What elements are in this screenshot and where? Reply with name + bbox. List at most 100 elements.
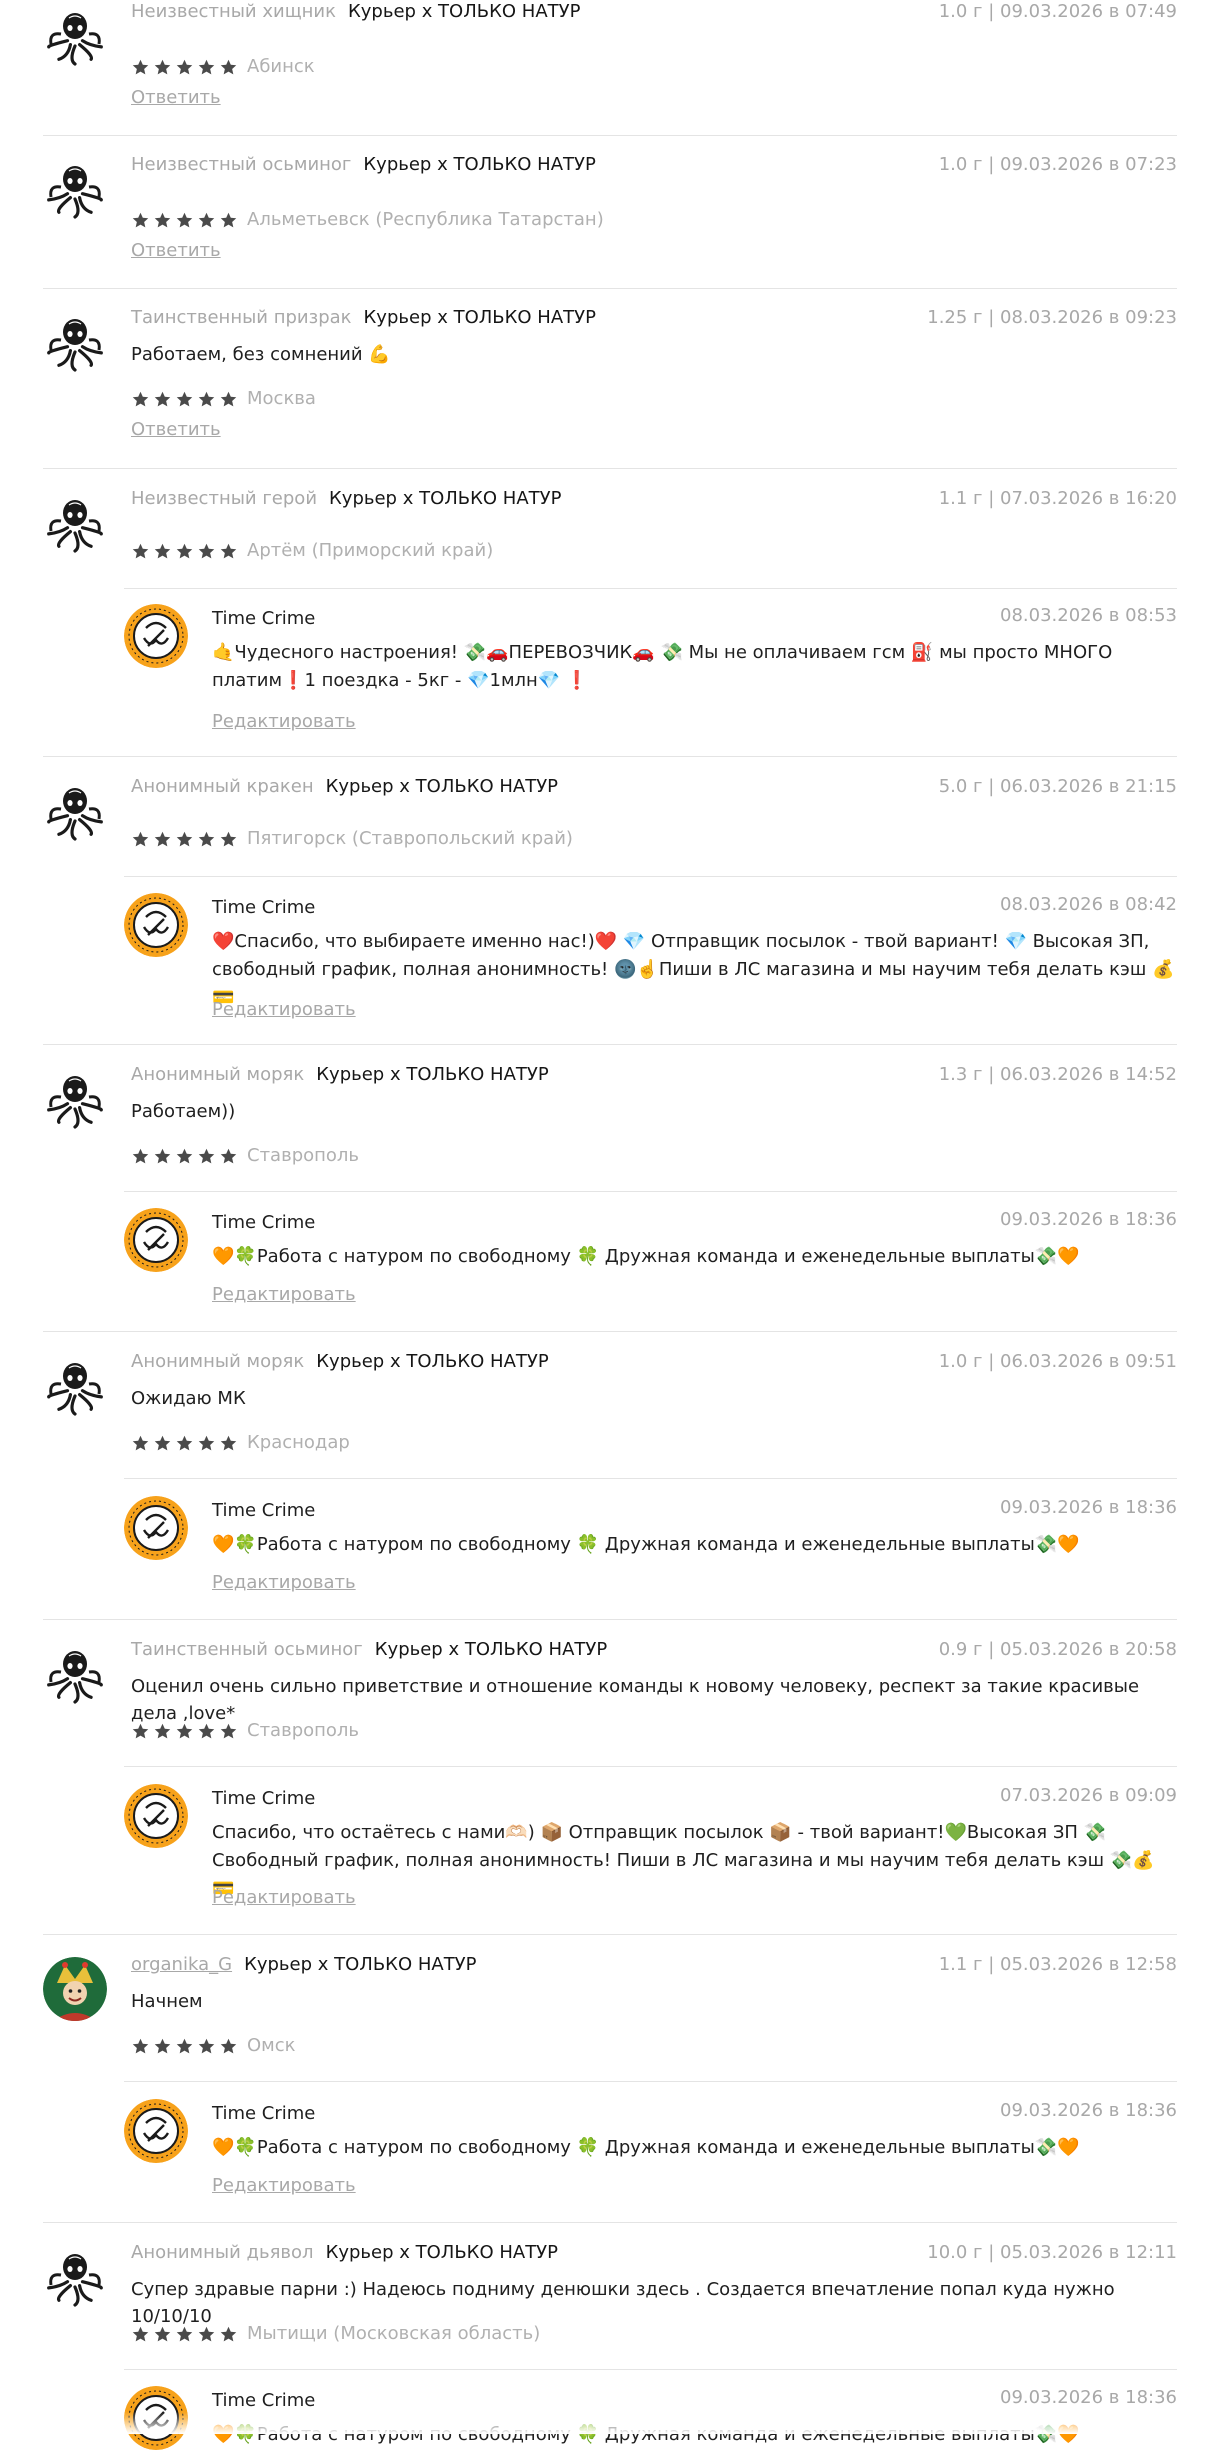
star-icon xyxy=(176,1148,193,1163)
review-header: organika_G Курьер х ТОЛЬКО НАТУР 1.1 г | 0… xyxy=(131,1953,1177,1977)
review-product[interactable]: Курьер х ТОЛЬКО НАТУР xyxy=(326,776,558,797)
shop-name: Time Crime xyxy=(212,608,316,629)
star-rating xyxy=(131,1147,238,1166)
review-product[interactable]: Курьер х ТОЛЬКО НАТУР xyxy=(363,154,595,175)
review-product[interactable]: Курьер х ТОЛЬКО НАТУР xyxy=(329,488,561,509)
shop-reply-date: 09.03.2026 в 18:36 xyxy=(1000,2387,1177,2408)
star-icon xyxy=(176,59,193,74)
star-icon xyxy=(220,212,237,227)
review-author[interactable]: organika_G xyxy=(131,1954,232,1975)
time-crime-logo-icon xyxy=(124,1496,188,1560)
star-icon xyxy=(132,831,149,846)
star-icon xyxy=(198,831,215,846)
author-avatar xyxy=(43,2245,107,2309)
star-rating xyxy=(131,2325,238,2344)
shop-reply-text: 🤙Чудесного настроения! 💸🚗ПЕРЕВОЗЧИК🚗 💸 М… xyxy=(212,642,1113,691)
reply-link[interactable]: Ответить xyxy=(131,239,221,263)
star-icon xyxy=(176,1723,193,1738)
shop-avatar xyxy=(124,2099,188,2163)
shop-name: Time Crime xyxy=(212,897,316,918)
reply-divider xyxy=(124,2081,1177,2082)
octopus-avatar-icon xyxy=(44,780,106,842)
shop-reply-date: 09.03.2026 в 18:36 xyxy=(1000,2100,1177,2121)
review-product[interactable]: Курьер х ТОЛЬКО НАТУР xyxy=(326,2242,558,2263)
star-icon xyxy=(154,2038,171,2053)
review-author: Неизвестный герой xyxy=(131,488,318,509)
shop-name: Time Crime xyxy=(212,1500,316,1521)
shop-reply-date: 08.03.2026 в 08:53 xyxy=(1000,605,1177,626)
review-product[interactable]: Курьер х ТОЛЬКО НАТУР xyxy=(375,1639,607,1660)
shop-avatar xyxy=(124,1784,188,1848)
edit-link[interactable]: Редактировать xyxy=(212,710,356,734)
review-product[interactable]: Курьер х ТОЛЬКО НАТУР xyxy=(316,1064,548,1085)
star-rating xyxy=(131,2037,238,2056)
review-divider xyxy=(43,1331,1177,1332)
shop-reply-date: 07.03.2026 в 09:09 xyxy=(1000,1785,1177,1806)
review-product[interactable]: Курьер х ТОЛЬКО НАТУР xyxy=(364,307,596,328)
review-product[interactable]: Курьер х ТОЛЬКО НАТУР xyxy=(316,1351,548,1372)
review-rating: Пятигорск (Ставропольский край) xyxy=(131,826,573,852)
review-author: Анонимный кракен xyxy=(131,776,314,797)
shop-name: Time Crime xyxy=(212,2390,316,2411)
review-author: Неизвестный осьминог xyxy=(131,154,352,175)
author-avatar xyxy=(43,1067,107,1131)
review-rating: Краснодар xyxy=(131,1430,350,1456)
review-divider xyxy=(43,756,1177,757)
review-product[interactable]: Курьер х ТОЛЬКО НАТУР xyxy=(348,1,580,22)
reply-divider xyxy=(124,876,1177,877)
review-header: Анонимный кракен Курьер х ТОЛЬКО НАТУР 5.0… xyxy=(131,775,1177,799)
star-icon xyxy=(176,543,193,558)
review-header: Неизвестный хищник Курьер х ТОЛЬКО НАТУР 1… xyxy=(131,0,1177,24)
author-avatar xyxy=(43,157,107,221)
star-rating xyxy=(131,211,238,230)
review-text: Начнем xyxy=(131,1991,203,2012)
review-header: Анонимный дьявол Курьер х ТОЛЬКО НАТУР 10.… xyxy=(131,2241,1177,2265)
author-avatar xyxy=(43,310,107,374)
star-icon xyxy=(198,59,215,74)
star-icon xyxy=(132,1148,149,1163)
reply-link[interactable]: Ответить xyxy=(131,86,221,110)
star-icon xyxy=(198,212,215,227)
star-icon xyxy=(154,1723,171,1738)
author-avatar xyxy=(43,1957,107,2021)
review-city: Артём (Приморский край) xyxy=(247,540,494,561)
review-meta: 1.3 г | 06.03.2026 в 14:52 xyxy=(938,1064,1177,1085)
star-icon xyxy=(132,212,149,227)
time-crime-logo-icon xyxy=(124,1784,188,1848)
star-icon xyxy=(198,391,215,406)
review-meta: 1.1 г | 05.03.2026 в 12:58 xyxy=(938,1954,1177,1975)
star-icon xyxy=(176,2038,193,2053)
edit-link[interactable]: Редактировать xyxy=(212,998,356,1022)
star-icon xyxy=(154,212,171,227)
review-city: Абинск xyxy=(247,56,315,77)
review-product[interactable]: Курьер х ТОЛЬКО НАТУР xyxy=(244,1954,476,1975)
review-meta: 0.9 г | 05.03.2026 в 20:58 xyxy=(938,1639,1177,1660)
edit-link[interactable]: Редактировать xyxy=(212,1571,356,1595)
review-rating: Омск xyxy=(131,2033,296,2059)
star-icon xyxy=(198,543,215,558)
review-divider xyxy=(43,1619,1177,1620)
octopus-avatar-icon xyxy=(44,158,106,220)
star-icon xyxy=(154,59,171,74)
review-header: Анонимный моряк Курьер х ТОЛЬКО НАТУР 1.0 … xyxy=(131,1350,1177,1374)
shop-name: Time Crime xyxy=(212,1212,316,1233)
reply-divider xyxy=(124,1191,1177,1192)
review-text: Работаем)) xyxy=(131,1101,236,1122)
star-icon xyxy=(154,543,171,558)
star-rating xyxy=(131,390,238,409)
author-avatar xyxy=(43,1354,107,1418)
review-header: Таинственный призрак Курьер х ТОЛЬКО НАТУ… xyxy=(131,306,1177,330)
review-divider xyxy=(43,135,1177,136)
shop-reply-text: 🧡🍀Работа с натуром по свободному 🍀 Дружн… xyxy=(212,1246,1080,1267)
reply-link[interactable]: Ответить xyxy=(131,418,221,442)
edit-link[interactable]: Редактировать xyxy=(212,1886,356,1910)
star-icon xyxy=(198,1723,215,1738)
reviews-list: Неизвестный хищник Курьер х ТОЛЬКО НАТУР 1… xyxy=(0,0,1220,2450)
octopus-avatar-icon xyxy=(44,2246,106,2308)
shop-reply-date: 08.03.2026 в 08:42 xyxy=(1000,894,1177,915)
author-avatar xyxy=(43,1642,107,1706)
star-rating xyxy=(131,1434,238,1453)
edit-link[interactable]: Редактировать xyxy=(212,1283,356,1307)
edit-link[interactable]: Редактировать xyxy=(212,2174,356,2198)
shop-reply-text: ❤️Спасибо, что выбираете именно нас!)❤️ … xyxy=(212,931,1175,1008)
